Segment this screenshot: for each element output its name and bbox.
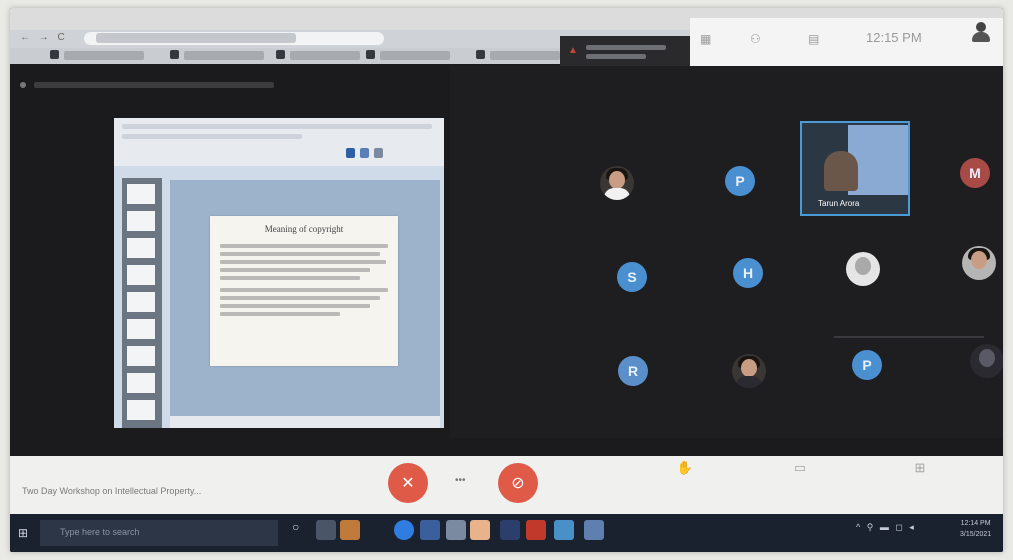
browser-nav-icons[interactable]: ← → C [20,32,68,43]
url-text [96,33,296,43]
captions-button[interactable]: ▭ [755,460,845,482]
store-icon[interactable] [446,520,466,540]
ribbon-button[interactable] [346,148,355,158]
camera-off-icon: ⊘ [511,475,525,492]
status-bar [170,416,440,428]
bookmark-icon[interactable] [50,50,59,59]
participant-photo [846,252,880,286]
mic-off-icon: ✕ [401,475,415,492]
participant-initial-avatar: P [725,166,755,196]
participant-photo [970,344,1003,378]
meeting-clock: 12:15 PM [866,30,922,45]
screen-photo: ← → C ▦ ⚇ ▤ 12:15 PM ▲ Meaning of copyri… [10,8,1003,552]
status-dot-icon [20,82,26,88]
photos-icon[interactable] [470,520,490,540]
slide-thumbnail[interactable] [127,265,155,285]
bookmark-item[interactable] [380,51,450,60]
hand-icon: ✋ [676,460,694,475]
participant-grid: P Tarun Arora M S H R P [450,66,1003,438]
system-tray-icons[interactable]: ^ ⚲ ▬ ◻ ◂ [856,522,916,533]
chrome-icon[interactable] [554,520,574,540]
camera-toggle-button[interactable]: ⊘ [498,463,538,503]
speaker-name: Tarun Arora [818,199,860,208]
bookmark-item[interactable] [184,51,264,60]
people-icon[interactable]: ⚇ [750,32,761,46]
captions-icon: ▭ [793,460,807,475]
slide-thumbnail[interactable] [127,319,155,339]
more-options-icon[interactable]: ••• [455,475,466,486]
slide-thumbnail[interactable] [127,211,155,231]
slide-thumbnail[interactable] [127,184,155,204]
active-speaker-video[interactable]: Tarun Arora [800,121,910,216]
windows-start-icon[interactable]: ⊞ [18,526,28,540]
present-button[interactable]: ⊞ [875,460,965,482]
presenting-notice: ▲ [560,36,690,66]
participant-initial-avatar: S [617,262,647,292]
mail-icon[interactable] [420,520,440,540]
slide-thumbnail-panel [122,178,162,428]
bookmark-icon[interactable] [476,50,485,59]
taskbar-search-box[interactable]: Type here to search [40,520,278,546]
taskbar-time: 12:14 PM [960,520,991,527]
slide-title: Meaning of copyright [264,224,344,234]
mic-toggle-button[interactable]: ✕ [388,463,428,503]
ribbon-button[interactable] [360,148,369,158]
chat-icon[interactable]: ▤ [808,32,819,46]
powerpoint-icon[interactable] [526,520,546,540]
participant-photo [600,166,634,200]
bookmark-item[interactable] [490,51,560,60]
slide-thumbnail[interactable] [127,373,155,393]
current-slide: Meaning of copyright [210,216,398,366]
slide-thumbnail[interactable] [127,238,155,258]
taskbar-clock[interactable]: 12:14 PM 3/15/2021 [960,518,991,540]
bookmark-icon[interactable] [366,50,375,59]
participant-initial-avatar: M [960,158,990,188]
profile-avatar[interactable] [968,20,994,46]
bookmark-item[interactable] [290,51,360,60]
task-view-icon[interactable] [316,520,336,540]
meeting-title-text [34,82,274,88]
meeting-title-bar [20,80,320,90]
word-ribbon [114,118,444,166]
raise-hand-button[interactable]: ✋ [640,460,730,482]
app-icon[interactable] [500,520,520,540]
slide-thumbnail[interactable] [127,346,155,366]
ribbon-button[interactable] [374,148,383,158]
grid-view-icon[interactable]: ▦ [700,32,711,46]
meeting-top-toolbar [690,18,1003,66]
bookmark-icon[interactable] [170,50,179,59]
search-placeholder: Type here to search [60,527,140,537]
slide-thumbnail[interactable] [127,400,155,420]
participant-initial-avatar: H [733,258,763,288]
participant-photo [962,246,996,280]
participant-photo [732,354,766,388]
meeting-name: Two Day Workshop on Intellectual Propert… [22,486,202,496]
bookmark-item[interactable] [64,51,144,60]
bookmark-icon[interactable] [276,50,285,59]
participant-initial-avatar: P [852,350,882,380]
present-icon: ⊞ [914,460,926,475]
participant-initial-avatar: R [618,356,648,386]
divider [834,336,984,338]
cortana-icon[interactable]: ○ [292,520,312,540]
edge-icon[interactable] [394,520,414,540]
word-icon[interactable] [584,520,604,540]
slide-thumbnail[interactable] [127,292,155,312]
vlc-icon[interactable] [340,520,360,540]
warning-icon: ▲ [568,45,578,56]
url-field[interactable] [84,32,384,45]
taskbar-date: 3/15/2021 [960,531,992,538]
